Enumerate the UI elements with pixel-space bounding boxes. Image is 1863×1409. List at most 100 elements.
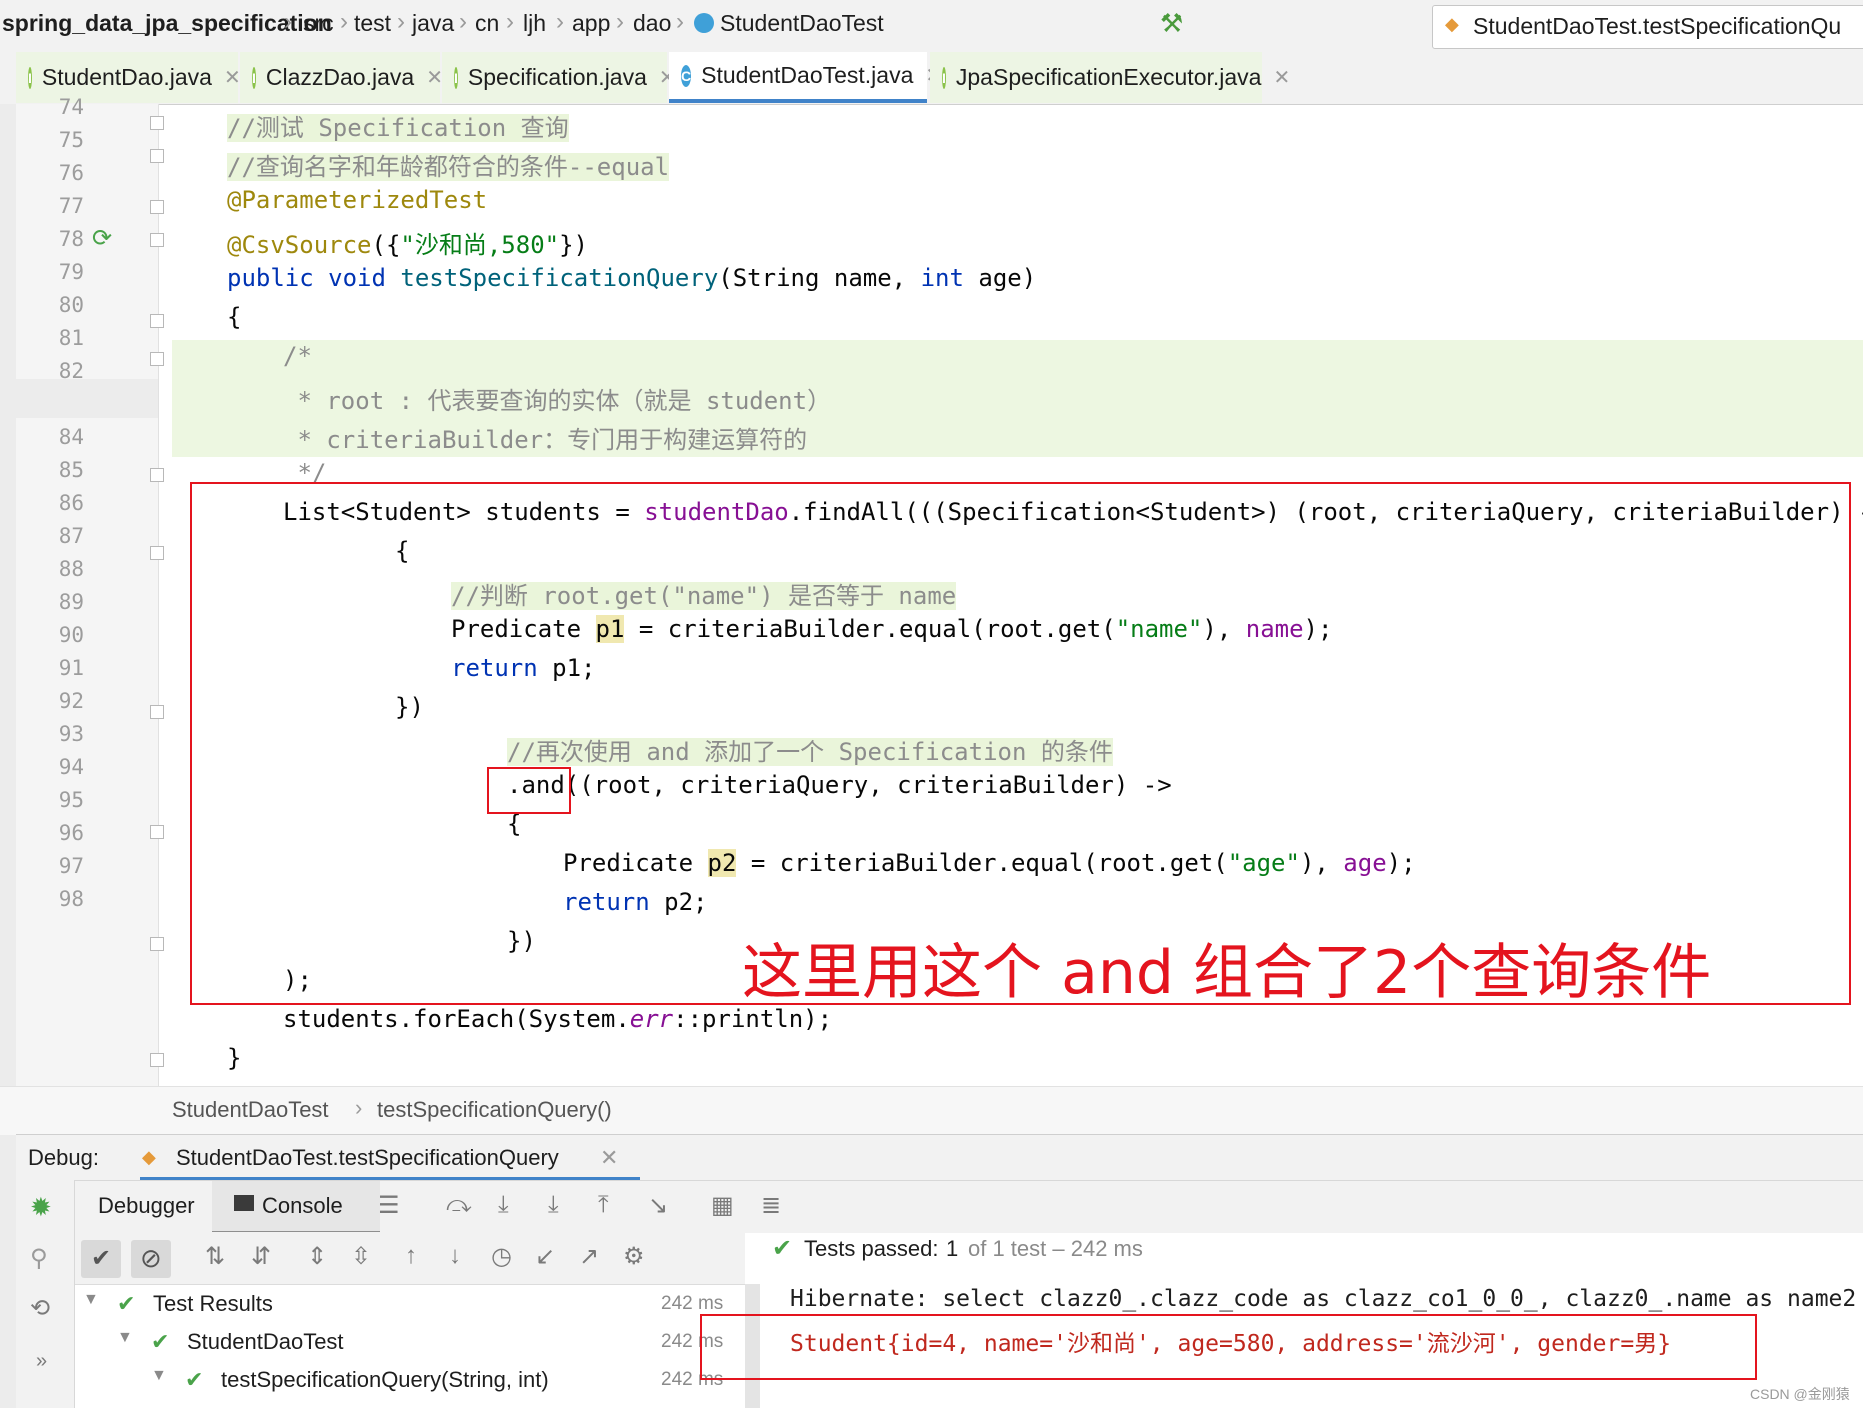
fold-marker-icon[interactable]	[150, 1053, 164, 1067]
check-icon: ✔	[91, 1245, 112, 1272]
show-ignored-toggle[interactable]: ⊘	[131, 1240, 171, 1278]
previous-failed-icon[interactable]: ↑	[405, 1242, 417, 1270]
breadcrumb-method[interactable]: testSpecificationQuery()	[377, 1097, 612, 1123]
code-line[interactable]: * criteriaBuilder：专门用于构建运算符的	[283, 420, 807, 455]
settings-gear-icon[interactable]: ⚙	[623, 1242, 645, 1271]
fold-marker-icon[interactable]	[150, 200, 164, 214]
breadcrumb-app[interactable]: app	[572, 10, 610, 37]
expand-arrow-icon[interactable]: ▼	[151, 1367, 167, 1385]
tab-clazzdao[interactable]: I ClazzDao.java ✕	[240, 52, 443, 103]
expand-arrow-icon[interactable]: ▼	[83, 1291, 99, 1309]
breadcrumb-java[interactable]: java	[412, 10, 454, 37]
breadcrumb-dao[interactable]: dao	[633, 10, 671, 37]
close-icon[interactable]: ✕	[224, 65, 241, 90]
close-icon[interactable]: ✕	[600, 1145, 618, 1171]
history-icon[interactable]: ◷	[491, 1242, 512, 1271]
trace-icon[interactable]: ≣	[761, 1191, 781, 1220]
code-line[interactable]: @CsvSource({"沙和尚,580"})	[227, 225, 588, 260]
comment-highlight	[172, 340, 1863, 379]
code-line[interactable]: @ParameterizedTest	[227, 186, 487, 214]
line-number: 96	[58, 821, 84, 845]
line-number: 88	[58, 557, 84, 581]
code-line[interactable]: public void testSpecificationQuery(Strin…	[227, 264, 1036, 292]
breadcrumb-project[interactable]: spring_data_jpa_specification	[2, 10, 332, 37]
breadcrumb-ljh[interactable]: ljh	[523, 10, 546, 37]
expand-all-icon[interactable]: ⇕	[307, 1242, 327, 1271]
fold-marker-icon[interactable]	[150, 116, 164, 130]
debug-bug-icon[interactable]: ✹	[30, 1192, 52, 1223]
chevron-right-icon: ›	[616, 8, 624, 35]
tab-label: JpaSpecificationExecutor.java	[955, 64, 1262, 90]
show-passed-toggle[interactable]: ✔	[81, 1240, 121, 1278]
tab-specification[interactable]: I Specification.java ✕	[442, 52, 676, 103]
tab-label: StudentDaoTest.java	[701, 62, 914, 88]
step-over-icon[interactable]: ⤼	[446, 1191, 472, 1219]
step-out-icon[interactable]: ⤒	[598, 1191, 609, 1219]
output-highlight-box	[700, 1314, 1757, 1380]
watermark: CSDN @金刚猿	[1750, 1386, 1850, 1402]
tab-studentdaotest[interactable]: C StudentDaoTest.java ✕	[669, 52, 942, 103]
tree-row[interactable]: ▼ ✔ StudentDaoTest 242 ms	[75, 1323, 745, 1361]
debug-session-tab[interactable]: StudentDaoTest.testSpecificationQuery	[176, 1145, 559, 1171]
export-icon[interactable]: ↗	[579, 1242, 599, 1271]
console-icon	[234, 1195, 254, 1211]
tab-console[interactable]: Console	[212, 1181, 380, 1234]
code-line[interactable]: {	[227, 303, 241, 331]
passed-check-icon: ✔	[117, 1291, 136, 1316]
code-line[interactable]: }	[227, 1044, 241, 1072]
fold-marker-icon[interactable]	[150, 352, 164, 366]
tab-jpaspecificationexecutor[interactable]: I JpaSpecificationExecutor.java ✕	[930, 52, 1290, 103]
fold-marker-icon[interactable]	[150, 546, 164, 560]
code-line[interactable]: //查询名字和年龄都符合的条件--equal	[227, 147, 670, 182]
breadcrumb-class[interactable]: StudentDaoTest	[172, 1097, 329, 1123]
breadcrumb-class[interactable]: StudentDaoTest	[720, 10, 884, 37]
pin-icon[interactable]: ⚲	[30, 1244, 48, 1273]
menu-icon[interactable]: ☰	[378, 1191, 400, 1220]
chevron-right-icon: ›	[459, 8, 467, 35]
breadcrumb-cn[interactable]: cn	[475, 10, 499, 37]
breadcrumb-test[interactable]: test	[354, 10, 391, 37]
debug-toolbar: Debugger Console ☰ ⤼ ⤓ ⤓ ⤒ ↘ ▦ ≣	[16, 1180, 1863, 1234]
more-icon[interactable]: »	[36, 1350, 47, 1373]
ignored-icon: ⊘	[140, 1243, 162, 1273]
code-line[interactable]: /*	[283, 342, 312, 370]
close-icon[interactable]: ✕	[426, 65, 443, 90]
console-line: Hibernate: select clazz0_.clazz_code as …	[790, 1286, 1857, 1312]
run-to-cursor-icon[interactable]: ↘	[648, 1191, 668, 1220]
editor-breadcrumb: StudentDaoTest › testSpecificationQuery(…	[0, 1086, 1863, 1135]
breadcrumb-src[interactable]: src	[303, 10, 334, 37]
passed-check-icon: ✔	[185, 1367, 204, 1392]
collapse-all-icon[interactable]: ⇳	[351, 1242, 371, 1271]
code-line[interactable]: * root : 代表要查询的实体（就是 student）	[283, 381, 831, 416]
force-step-into-icon[interactable]: ⤓	[548, 1191, 559, 1219]
chevron-right-icon: ›	[676, 8, 684, 35]
interface-icon: I	[454, 66, 458, 89]
restore-icon[interactable]: ⟲	[30, 1294, 50, 1323]
tree-row[interactable]: ▼ ✔ testSpecificationQuery(String, int) …	[75, 1361, 745, 1399]
evaluate-icon[interactable]: ▦	[711, 1191, 734, 1220]
sort-duration-icon[interactable]: ⇵	[251, 1242, 271, 1271]
fold-marker-icon[interactable]	[150, 937, 164, 951]
run-test-icon[interactable]: ⟳	[92, 224, 112, 253]
next-failed-icon[interactable]: ↓	[449, 1242, 461, 1270]
fold-marker-icon[interactable]	[150, 314, 164, 328]
import-icon[interactable]: ↙	[535, 1242, 555, 1271]
step-into-icon[interactable]: ⤓	[498, 1191, 509, 1219]
fold-marker-icon[interactable]	[150, 233, 164, 247]
chevron-right-icon: ›	[284, 8, 292, 35]
run-configuration-select[interactable]: ◆ StudentDaoTest.testSpecificationQu	[1432, 5, 1863, 49]
code-line[interactable]: //测试 Specification 查询	[227, 108, 569, 143]
fold-marker-icon[interactable]	[150, 825, 164, 839]
build-hammer-icon[interactable]: ⚒	[1160, 8, 1183, 39]
tab-debugger[interactable]: Debugger	[98, 1193, 195, 1219]
debug-label: Debug:	[28, 1145, 99, 1170]
fold-marker-icon[interactable]	[150, 149, 164, 163]
fold-marker-icon[interactable]	[150, 468, 164, 482]
sort-alpha-icon[interactable]: ⇅	[205, 1242, 225, 1271]
expand-arrow-icon[interactable]: ▼	[117, 1329, 133, 1347]
tree-row[interactable]: ▼ ✔ Test Results 242 ms	[75, 1285, 745, 1323]
fold-marker-icon[interactable]	[150, 705, 164, 719]
line-number: 98	[58, 887, 84, 911]
close-icon[interactable]: ✕	[1273, 65, 1290, 90]
line-number: 78	[58, 227, 84, 251]
